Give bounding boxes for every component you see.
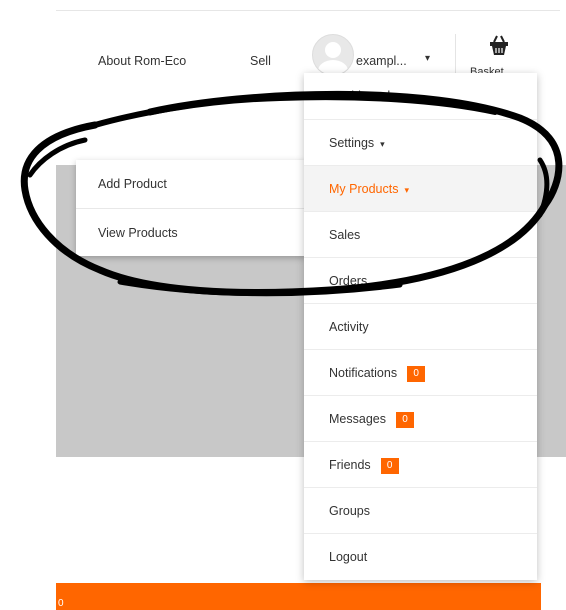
nav-about-link[interactable]: About Rom-Eco (98, 54, 186, 68)
my-products-submenu: Add Product View Products (76, 160, 306, 256)
chevron-down-icon: ▾ (404, 185, 409, 195)
menu-item-activity[interactable]: Activity (304, 303, 537, 349)
menu-item-orders[interactable]: Orders (304, 257, 537, 303)
footer-orange-bar: 0 (56, 583, 541, 610)
menu-item-label: Logout (329, 550, 368, 564)
footer-bar-text: 0 (58, 598, 64, 609)
menu-item-dashboard[interactable]: Dashboard (304, 73, 537, 119)
menu-item-label: Sales (329, 228, 361, 242)
friends-count-badge: 0 (380, 457, 399, 474)
menu-item-groups[interactable]: Groups (304, 487, 537, 533)
nav-divider (455, 34, 456, 74)
menu-item-friends[interactable]: Friends 0 (304, 441, 537, 487)
submenu-item-view-products[interactable]: View Products (76, 208, 306, 256)
user-menu-toggle[interactable]: exampl... (356, 54, 407, 68)
menu-item-label: Notifications (329, 366, 398, 380)
menu-item-label: Settings (329, 136, 375, 150)
chevron-down-icon[interactable]: ▾ (425, 53, 430, 64)
menu-item-label: Dashboard (329, 89, 391, 103)
avatar-placeholder-icon[interactable] (312, 34, 354, 76)
menu-item-notifications[interactable]: Notifications 0 (304, 349, 537, 395)
submenu-item-add-product[interactable]: Add Product (76, 160, 306, 208)
user-dropdown-menu: Dashboard Settings ▾ My Products ▾ Sales O… (304, 73, 537, 580)
menu-item-label: My Products (329, 182, 399, 196)
messages-count-badge: 0 (395, 411, 414, 428)
menu-item-label: Activity (329, 320, 369, 334)
menu-item-label: Friends (329, 458, 371, 472)
menu-item-my-products[interactable]: My Products ▾ (304, 165, 537, 211)
menu-item-logout[interactable]: Logout (304, 533, 537, 579)
menu-item-label: Groups (329, 504, 370, 518)
menu-item-label: Orders (329, 274, 368, 288)
menu-item-sales[interactable]: Sales (304, 211, 537, 257)
menu-item-label: Messages (329, 412, 386, 426)
menu-item-messages[interactable]: Messages 0 (304, 395, 537, 441)
nav-sell-link[interactable]: Sell (250, 54, 271, 68)
notifications-count-badge: 0 (407, 365, 426, 382)
basket-icon[interactable] (484, 34, 514, 56)
chevron-down-icon: ▾ (380, 139, 385, 149)
top-divider (56, 10, 560, 11)
menu-item-settings[interactable]: Settings ▾ (304, 119, 537, 165)
